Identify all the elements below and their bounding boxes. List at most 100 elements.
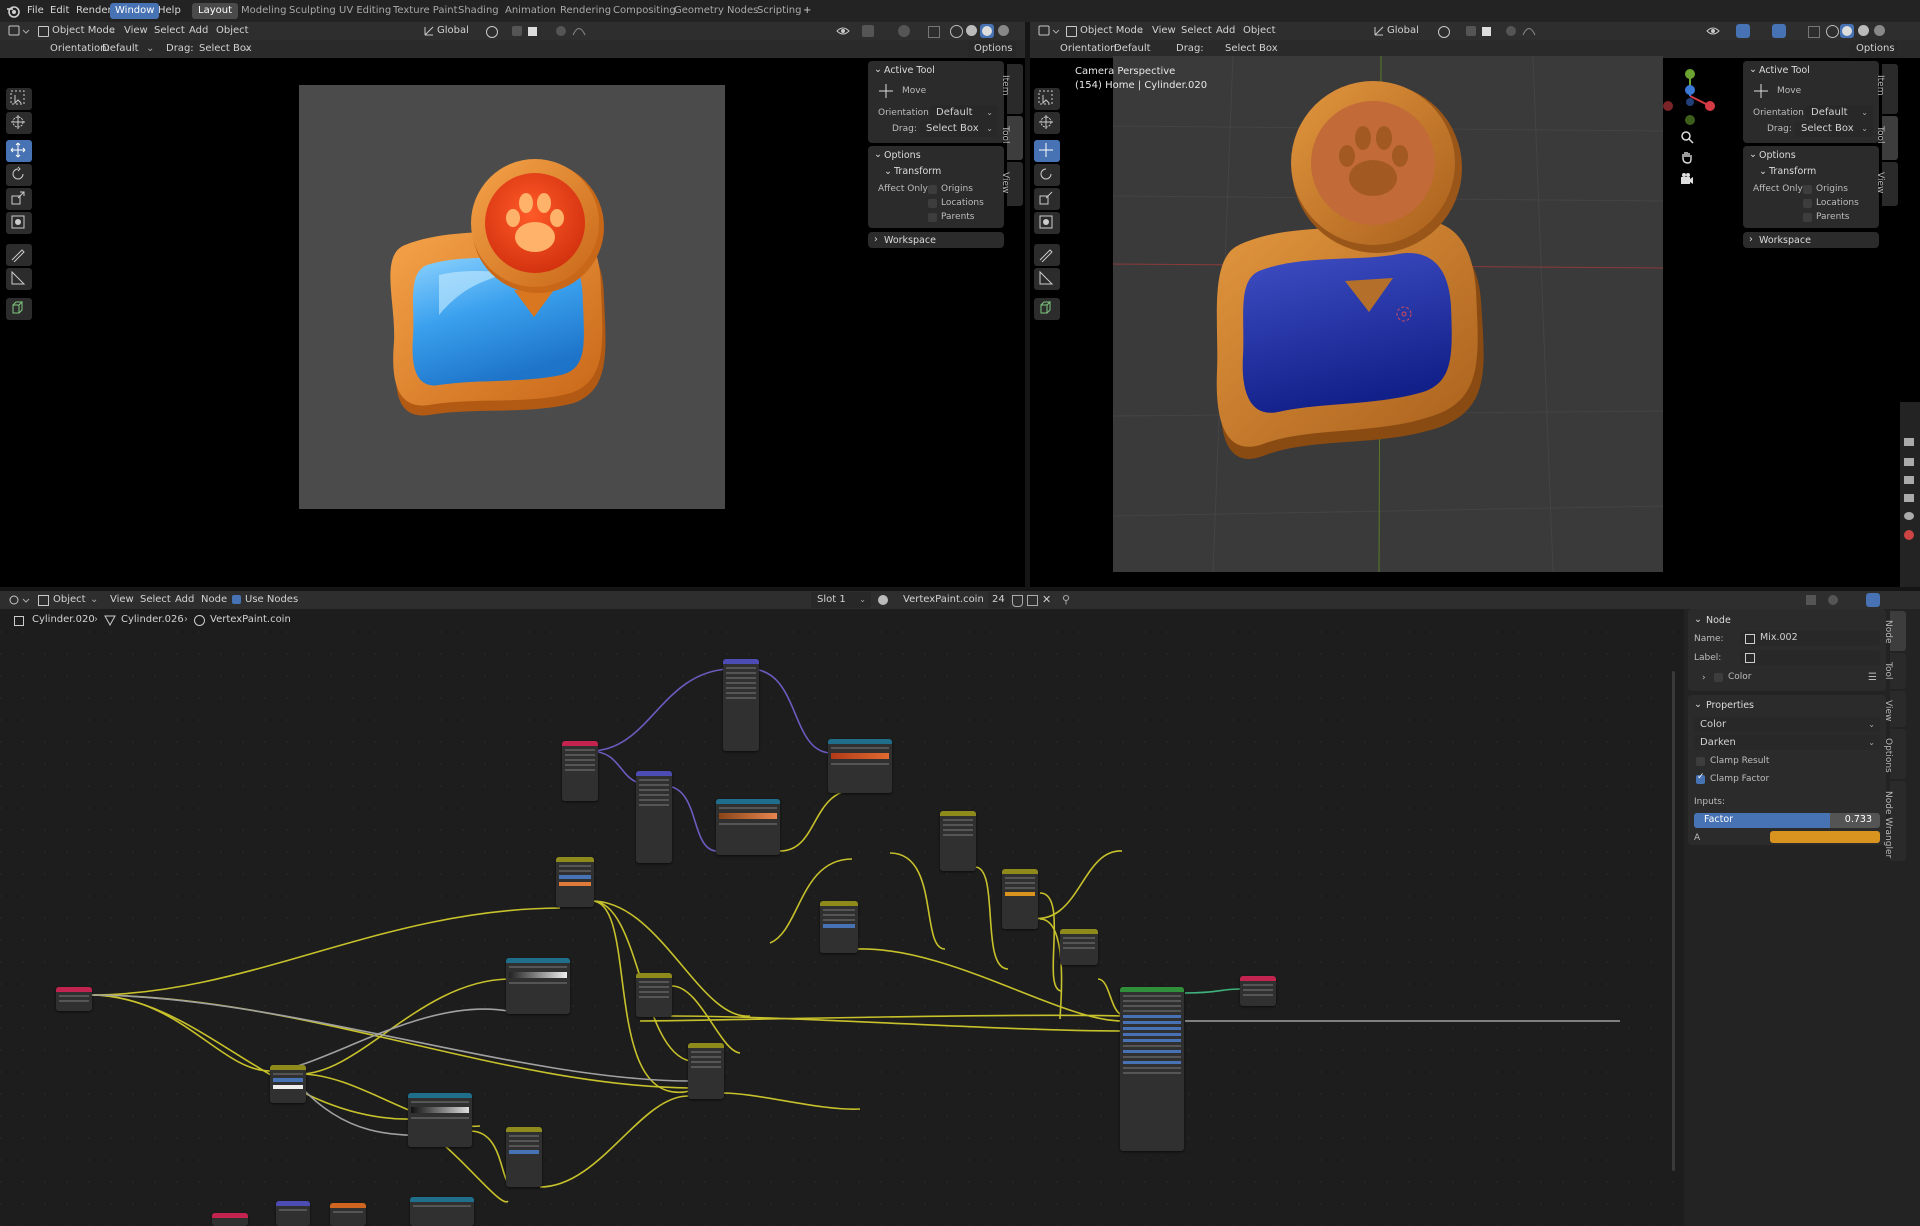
tab-animation[interactable]: Animation: [499, 3, 562, 19]
annotate-tool[interactable]: [1034, 244, 1060, 266]
snap-icon[interactable]: [512, 26, 522, 36]
texture-coordinate-node[interactable]: [562, 741, 598, 801]
sidebar-tab-tool[interactable]: Tool: [1875, 116, 1898, 160]
node-color-checkbox[interactable]: [1714, 673, 1723, 682]
geometry-node[interactable]: [270, 1065, 306, 1103]
sidebar-tab-options[interactable]: Options: [1883, 729, 1906, 779]
transform-orientation-dropdown[interactable]: Global: [437, 22, 469, 40]
sidebar-tab-view[interactable]: View: [1875, 162, 1898, 206]
shading-rendered-icon[interactable]: [998, 25, 1009, 36]
snap-target-icon[interactable]: [528, 27, 537, 36]
tab-geometry-nodes[interactable]: Geometry Nodes: [668, 3, 764, 19]
mix-node-2[interactable]: [1002, 869, 1038, 929]
pivot-icon[interactable]: [1438, 26, 1450, 38]
workspace-heading[interactable]: Workspace: [884, 235, 936, 246]
shader-node-editor[interactable]: Object ⌄ View Select Add Node Use Nodes …: [0, 591, 1920, 1226]
add-cube-tool[interactable]: [1034, 298, 1060, 320]
hue-saturation-node[interactable]: [820, 901, 858, 953]
active-tool-heading[interactable]: Active Tool: [884, 65, 935, 76]
clamp-factor-checkbox[interactable]: ✓: [1696, 772, 1705, 784]
menu-select[interactable]: Select: [1181, 22, 1212, 40]
mix-node-5[interactable]: [506, 1127, 542, 1187]
world-properties-icon[interactable]: [1904, 530, 1914, 540]
shading-solid-icon[interactable]: [1840, 24, 1854, 38]
node-gizmo-icon[interactable]: [1866, 593, 1880, 607]
sidebar-tab-tool[interactable]: Tool: [1000, 116, 1023, 160]
falloff-icon[interactable]: [572, 26, 586, 39]
menu-object[interactable]: Object: [216, 22, 249, 40]
data-type-dropdown[interactable]: Color ⌄: [1694, 717, 1880, 732]
mode-dropdown[interactable]: Object Mode: [1080, 22, 1143, 40]
mix-node-1[interactable]: [940, 811, 976, 871]
snap-icon[interactable]: [1466, 26, 1476, 36]
gizmo-icon[interactable]: [1736, 24, 1750, 38]
menu-window[interactable]: Window: [110, 3, 160, 19]
locations-checkbox[interactable]: [1803, 199, 1812, 208]
orientation-dropdown[interactable]: Default: [102, 40, 139, 58]
shading-solid-icon[interactable]: [966, 25, 977, 36]
options-dropdown[interactable]: Options: [1850, 41, 1898, 57]
output-properties-icon[interactable]: [1904, 476, 1914, 484]
measure-tool[interactable]: [6, 268, 32, 290]
shading-wireframe-icon[interactable]: [950, 25, 963, 38]
add-workspace-button[interactable]: +: [797, 3, 817, 19]
node-editor-scrollbar[interactable]: [1672, 671, 1675, 1171]
sidebar-tab-view[interactable]: View: [1000, 162, 1023, 206]
material-output-node[interactable]: [1240, 976, 1276, 1006]
select-box-tool[interactable]: [1034, 88, 1060, 110]
options-heading[interactable]: Options: [884, 150, 921, 161]
menu-render[interactable]: Render: [76, 0, 112, 22]
move-tool[interactable]: [6, 140, 32, 162]
tab-layout[interactable]: Layout: [192, 3, 238, 19]
clamp-result-checkbox[interactable]: [1696, 757, 1705, 766]
shading-rendered-icon[interactable]: [1874, 25, 1885, 36]
viewport-right[interactable]: Object Mode ⌄ View Select Add Object Glo…: [1030, 22, 1920, 802]
editor-type-icon[interactable]: [1038, 25, 1060, 40]
render-properties-icon[interactable]: [1904, 458, 1914, 466]
scale-tool[interactable]: [1034, 188, 1060, 210]
proportional-edit-icon[interactable]: [556, 26, 566, 36]
transform-tool[interactable]: [1034, 212, 1060, 234]
gizmo-icon[interactable]: [862, 25, 874, 37]
cursor-tool[interactable]: [6, 112, 32, 134]
menu-view[interactable]: View: [1152, 22, 1176, 40]
color-ramp-node-1[interactable]: [828, 739, 892, 793]
menu-file[interactable]: File: [27, 0, 44, 22]
zoom-icon[interactable]: [1680, 130, 1694, 147]
menu-add[interactable]: Add: [1216, 22, 1235, 40]
shading-material-icon[interactable]: [1858, 25, 1869, 36]
options-heading[interactable]: Options: [1759, 150, 1796, 161]
viewport-left[interactable]: Object Mode ⌄ View Select Add Object Glo…: [0, 22, 1025, 587]
node-overlay-icon[interactable]: [1828, 595, 1838, 605]
drag-dropdown-panel[interactable]: Select Box ⌄: [1795, 121, 1873, 137]
orientation-dropdown-panel[interactable]: Default ⌄: [930, 105, 998, 121]
tab-shading[interactable]: Shading: [452, 3, 505, 19]
drag-dropdown-panel[interactable]: Select Box ⌄: [920, 121, 998, 137]
sidebar-tab-item[interactable]: Item: [1000, 64, 1023, 114]
scene-properties-icon[interactable]: [1904, 512, 1914, 520]
sidebar-tab-view[interactable]: View: [1883, 691, 1906, 727]
color-ramp-node-4[interactable]: [408, 1093, 472, 1147]
principled-bsdf-node[interactable]: [1120, 987, 1184, 1151]
mapping-node-1[interactable]: [723, 659, 759, 751]
visibility-icon[interactable]: [836, 26, 850, 39]
blend-mode-dropdown[interactable]: Darken ⌄: [1694, 735, 1880, 750]
options-dropdown[interactable]: Options: [968, 41, 1016, 57]
origins-checkbox[interactable]: [1803, 185, 1812, 194]
texture-coordinate-node-2[interactable]: [212, 1213, 248, 1226]
color-ramp-node-3[interactable]: [506, 958, 570, 1014]
menu-add[interactable]: Add: [189, 22, 208, 40]
noise-texture-node[interactable]: [330, 1203, 366, 1226]
rotate-tool[interactable]: [6, 164, 32, 186]
overlay-icon[interactable]: [898, 25, 910, 37]
transform-orientation-dropdown[interactable]: Global: [1387, 22, 1419, 40]
view-layer-icon[interactable]: [1904, 494, 1914, 502]
blender-logo-icon[interactable]: [6, 4, 20, 21]
mapping-node-2[interactable]: [636, 771, 672, 863]
visibility-icon[interactable]: [1706, 26, 1720, 39]
snap-node-icon[interactable]: [1806, 595, 1816, 605]
node-label-field[interactable]: [1740, 650, 1880, 665]
proportional-edit-icon[interactable]: [1506, 26, 1516, 36]
xray-icon[interactable]: [928, 26, 940, 38]
add-cube-tool[interactable]: [6, 298, 32, 320]
